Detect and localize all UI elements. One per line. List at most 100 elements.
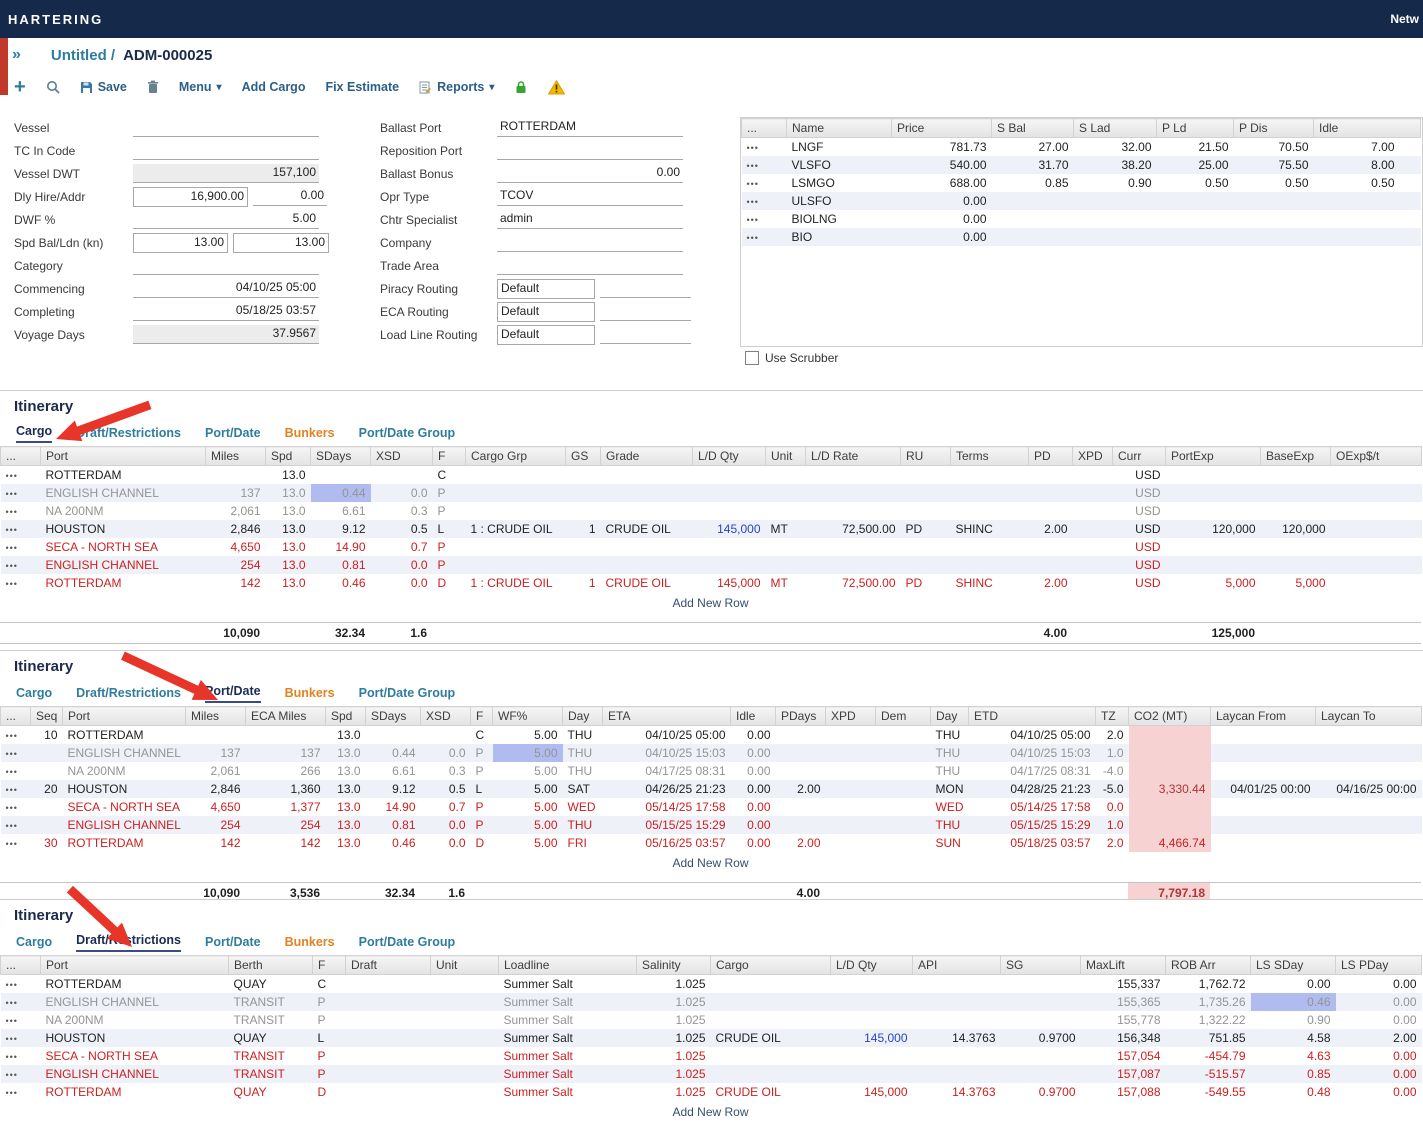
cell-l-d-qty[interactable] bbox=[693, 466, 766, 485]
cell-x[interactable]: ••• bbox=[1, 834, 31, 852]
cell-port[interactable]: ENGLISH CHANNEL bbox=[41, 1065, 229, 1083]
cell-idle[interactable]: 0.00 bbox=[731, 780, 776, 798]
cell-ls-pday[interactable]: 0.00 bbox=[1336, 1047, 1422, 1065]
cell-draft[interactable] bbox=[346, 1047, 431, 1065]
cell-x[interactable]: ••• bbox=[742, 210, 787, 228]
cell-xsd[interactable]: 0.7 bbox=[421, 798, 471, 816]
cell-dem[interactable] bbox=[876, 780, 931, 798]
cell-laycan-from[interactable] bbox=[1211, 798, 1316, 816]
table-row[interactable]: •••SECA - NORTH SEA4,65013.014.900.7PUSD bbox=[1, 538, 1422, 556]
cell-price[interactable]: 781.73 bbox=[892, 138, 992, 157]
cell-l-d-rate[interactable] bbox=[806, 538, 901, 556]
cell-cargo[interactable]: CRUDE OIL bbox=[711, 1083, 831, 1101]
col-header-xpd[interactable]: XPD bbox=[826, 707, 876, 726]
row-menu-icon[interactable]: ••• bbox=[747, 161, 759, 171]
cell-pd[interactable] bbox=[1029, 538, 1073, 556]
cell-x[interactable]: ••• bbox=[1, 466, 41, 485]
input-company[interactable] bbox=[497, 233, 683, 252]
cell-etd[interactable]: 04/10/25 15:03 bbox=[969, 744, 1096, 762]
cell-oexp-t[interactable] bbox=[1331, 484, 1422, 502]
cell-unit[interactable] bbox=[431, 975, 499, 994]
cell-miles[interactable]: 4,650 bbox=[206, 538, 266, 556]
cell-ls-sday[interactable]: 4.58 bbox=[1251, 1029, 1336, 1047]
col-header-ls-pday[interactable]: LS PDay bbox=[1336, 956, 1422, 975]
cell-port[interactable]: ROTTERDAM bbox=[63, 726, 186, 745]
input-dly-hire-addr[interactable]: 16,900.00 bbox=[133, 187, 248, 207]
cell-port[interactable]: SECA - NORTH SEA bbox=[41, 538, 206, 556]
cell-idle[interactable]: 0.00 bbox=[731, 834, 776, 852]
cell-day[interactable]: WED bbox=[931, 798, 969, 816]
input-trade-area[interactable] bbox=[497, 256, 683, 275]
table-row[interactable]: •••NA 200NMTRANSITPSummer Salt1.025155,7… bbox=[1, 1011, 1422, 1029]
cell-xsd[interactable]: 0.5 bbox=[421, 780, 471, 798]
cell-maxlift[interactable]: 155,337 bbox=[1081, 975, 1166, 994]
cell-unit[interactable] bbox=[431, 1011, 499, 1029]
cell-p-ld[interactable]: 25.00 bbox=[1157, 156, 1234, 174]
input-ballast-bonus[interactable]: 0.00 bbox=[497, 164, 683, 183]
col-header-port[interactable]: Port bbox=[41, 956, 229, 975]
cell-name[interactable]: ULSFO bbox=[787, 192, 892, 210]
cell-l-d-qty[interactable]: 145,000 bbox=[693, 520, 766, 538]
cell-s-lad[interactable] bbox=[1074, 228, 1157, 246]
cell-sdays[interactable]: 0.81 bbox=[366, 816, 421, 834]
cell-co2-mt[interactable] bbox=[1129, 762, 1211, 780]
col-header-p-dis[interactable]: P Dis bbox=[1234, 119, 1314, 138]
cell-gs[interactable]: 1 bbox=[566, 520, 601, 538]
cell-x[interactable]: ••• bbox=[742, 192, 787, 210]
cell-xpd[interactable] bbox=[1073, 538, 1113, 556]
row-menu-icon[interactable]: ••• bbox=[6, 803, 18, 813]
cell-l-d-qty[interactable]: 145,000 bbox=[831, 1083, 913, 1101]
table-row[interactable]: •••20HOUSTON2,8461,36013.09.120.5L5.00SA… bbox=[1, 780, 1422, 798]
cell-xsd[interactable]: 0.5 bbox=[371, 520, 433, 538]
cell-p-dis[interactable]: 70.50 bbox=[1234, 138, 1314, 157]
cell-cargo[interactable] bbox=[711, 993, 831, 1011]
cell-f[interactable]: P bbox=[433, 556, 466, 574]
cell-sg[interactable]: 0.9700 bbox=[1001, 1083, 1081, 1101]
cell-seq[interactable]: 30 bbox=[31, 834, 63, 852]
cell-dem[interactable] bbox=[876, 744, 931, 762]
cell-portexp[interactable] bbox=[1166, 466, 1261, 485]
input-vessel[interactable] bbox=[133, 118, 319, 137]
cell-f[interactable]: P bbox=[433, 484, 466, 502]
col-header-wf[interactable]: WF% bbox=[493, 707, 563, 726]
col-header-sdays[interactable]: SDays bbox=[311, 447, 371, 466]
cell-oexp-t[interactable] bbox=[1331, 538, 1422, 556]
cell-grade[interactable]: CRUDE OIL bbox=[601, 574, 693, 592]
cell-x[interactable]: ••• bbox=[1, 798, 31, 816]
cell-grade[interactable] bbox=[601, 556, 693, 574]
cell-unit[interactable] bbox=[766, 502, 806, 520]
cell-curr[interactable]: USD bbox=[1113, 574, 1166, 592]
cell-ls-sday[interactable]: 0.00 bbox=[1251, 975, 1336, 994]
cell-miles[interactable]: 2,846 bbox=[206, 520, 266, 538]
cell-cargo[interactable] bbox=[711, 1065, 831, 1083]
cell-eta[interactable]: 04/10/25 05:00 bbox=[603, 726, 731, 745]
cell-api[interactable] bbox=[913, 1011, 1001, 1029]
cell-price[interactable]: 0.00 bbox=[892, 192, 992, 210]
cell-dem[interactable] bbox=[876, 726, 931, 745]
cell-curr[interactable]: USD bbox=[1113, 502, 1166, 520]
cell-l-d-rate[interactable] bbox=[806, 484, 901, 502]
cell-grade[interactable] bbox=[601, 538, 693, 556]
col-header-f[interactable]: F bbox=[313, 956, 346, 975]
table-row[interactable]: •••ENGLISH CHANNEL25425413.00.810.0P5.00… bbox=[1, 816, 1422, 834]
cell-berth[interactable]: TRANSIT bbox=[229, 1047, 313, 1065]
cell-xpd[interactable] bbox=[826, 726, 876, 745]
cell-port[interactable]: SECA - NORTH SEA bbox=[41, 1047, 229, 1065]
cell-salinity[interactable]: 1.025 bbox=[637, 1011, 711, 1029]
cell-laycan-from[interactable] bbox=[1211, 834, 1316, 852]
cell-port[interactable]: HOUSTON bbox=[63, 780, 186, 798]
cell-miles[interactable] bbox=[186, 726, 246, 745]
cell-f[interactable]: P bbox=[313, 1011, 346, 1029]
cell-port[interactable]: ROTTERDAM bbox=[41, 574, 206, 592]
cell-rob-arr[interactable]: -515.57 bbox=[1166, 1065, 1251, 1083]
col-header-x[interactable]: ... bbox=[742, 119, 787, 138]
cell-co2-mt[interactable] bbox=[1129, 798, 1211, 816]
cell-dem[interactable] bbox=[876, 834, 931, 852]
cell-loadline[interactable]: Summer Salt bbox=[499, 975, 637, 994]
cell-baseexp[interactable] bbox=[1261, 484, 1331, 502]
cell-ru[interactable] bbox=[901, 466, 951, 485]
col-header-loadline[interactable]: Loadline bbox=[499, 956, 637, 975]
cell-eca-miles[interactable]: 142 bbox=[246, 834, 326, 852]
cell-f[interactable]: P bbox=[471, 762, 493, 780]
cell-rob-arr[interactable]: 1,322.22 bbox=[1166, 1011, 1251, 1029]
